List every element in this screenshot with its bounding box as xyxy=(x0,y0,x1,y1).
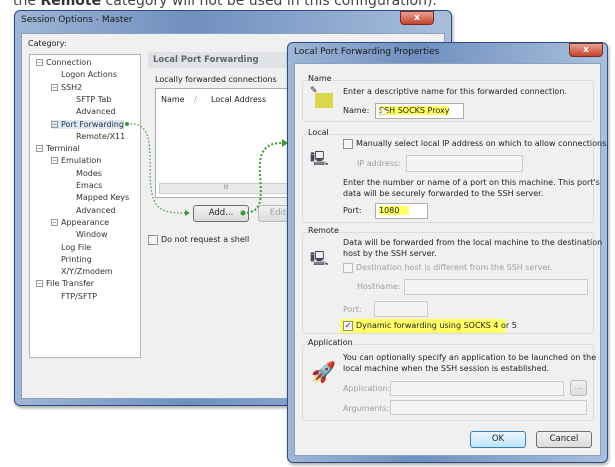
ip-address-input[interactable] xyxy=(406,155,523,172)
hostname-label: Hostname: xyxy=(357,282,401,291)
ok-button[interactable]: OK xyxy=(470,431,526,448)
arguments-label: Arguments: xyxy=(343,404,390,413)
shuttle-icon: 🚀 xyxy=(311,360,336,384)
destination-label: Destination host is different from the S… xyxy=(356,263,553,272)
application-description-1: You can optionally specify an applicatio… xyxy=(343,353,597,362)
arrowhead-add xyxy=(185,210,190,216)
ip-address-label: IP address: xyxy=(357,159,401,168)
computers-icon: 🖳 xyxy=(310,151,329,167)
arrow-dot-add xyxy=(240,210,246,216)
mouse-cursor-icon: ➤ xyxy=(378,104,390,120)
application-group-title: Application xyxy=(308,338,353,347)
remote-port-input[interactable] xyxy=(374,301,428,317)
arguments-input[interactable] xyxy=(390,400,587,415)
highlight-square xyxy=(315,93,333,108)
local-group-title: Local xyxy=(308,128,329,137)
port-label: Port: xyxy=(343,206,362,215)
cancel-button[interactable]: Cancel xyxy=(536,431,592,448)
name-label: Name: xyxy=(343,106,370,115)
port-value: 1080 xyxy=(379,206,410,215)
application-description-2: local machine when the SSH session is es… xyxy=(343,364,550,373)
remote-computers-icon: 🖳 xyxy=(310,251,329,267)
manual-ip-label: Manually select local IP address on whic… xyxy=(356,139,609,148)
dialog-title: Local Port Forwarding Properties xyxy=(294,47,440,57)
dynamic-forwarding-checkbox[interactable]: ✓ xyxy=(343,321,353,331)
remote-port-label: Port: xyxy=(343,305,362,314)
name-description: Enter a descriptive name for this forwar… xyxy=(343,87,567,96)
arrow-add-to-dialog xyxy=(242,142,283,214)
dialog-close-button[interactable]: x xyxy=(569,43,603,57)
destination-checkbox[interactable] xyxy=(343,263,353,273)
remote-group-title: Remote xyxy=(308,226,339,235)
hostname-input[interactable] xyxy=(404,279,588,295)
application-label: Application: xyxy=(343,384,391,393)
port-input[interactable]: 1080 xyxy=(375,203,428,219)
arrow-portforwarding-to-add xyxy=(126,123,186,214)
local-description-2: data will be securely forwarded to the S… xyxy=(343,189,544,198)
remote-description-2: host by the SSH server. xyxy=(343,249,437,258)
local-description-1: Enter the number or name of a port on th… xyxy=(343,178,600,187)
browse-button[interactable]: ... xyxy=(570,380,587,396)
remote-description-1: Data will be forwarded from the local ma… xyxy=(343,238,603,247)
name-group-title: Name xyxy=(308,74,332,83)
manual-ip-checkbox[interactable] xyxy=(343,139,353,149)
application-input[interactable] xyxy=(390,381,564,396)
dynamic-forwarding-label: Dynamic forwarding using SOCKS 4 or 5 xyxy=(356,321,517,330)
arrow-dot-start xyxy=(125,122,129,126)
